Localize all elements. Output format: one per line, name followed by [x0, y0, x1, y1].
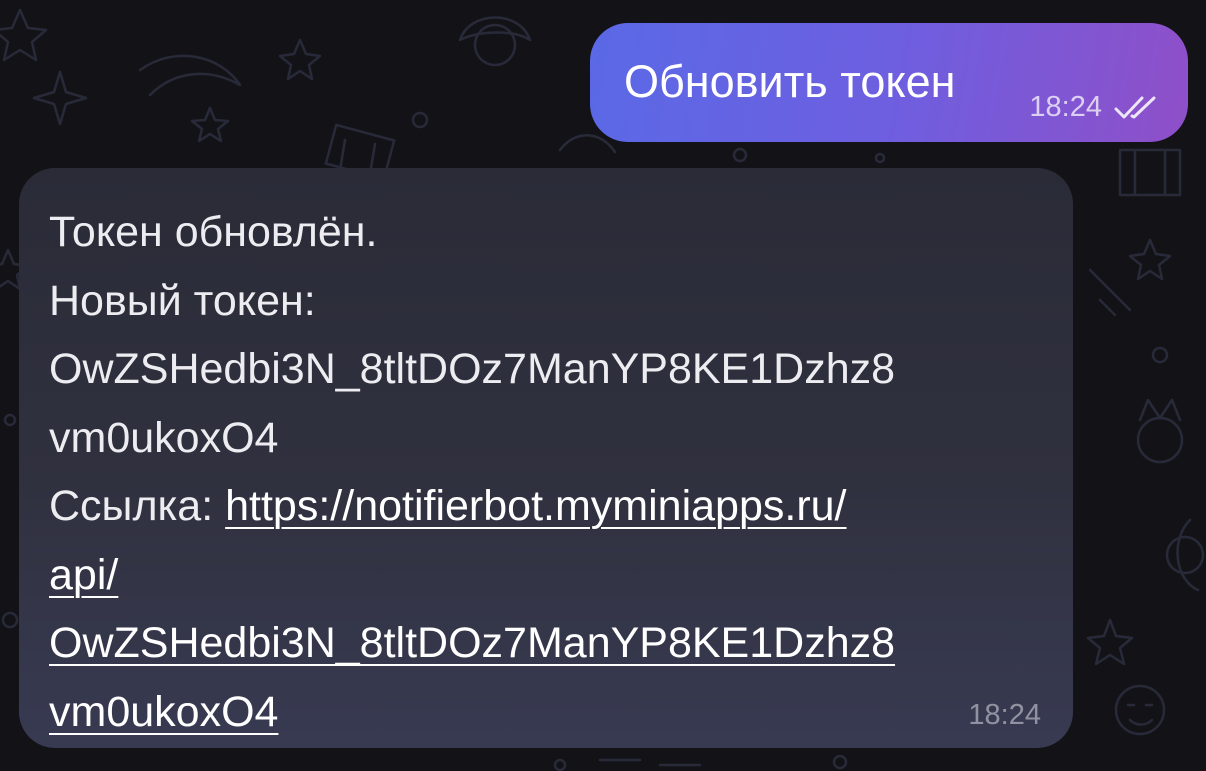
double-check-icon	[1114, 96, 1156, 118]
token-updated-line: Токен обновлён.	[49, 208, 378, 256]
outgoing-message-meta: 18:24	[1029, 91, 1158, 124]
outgoing-message-time: 18:24	[1029, 91, 1102, 123]
link-line: Ссылка: https://notifierbot.myminiapps.r…	[49, 472, 1049, 541]
new-token-label: Новый токен:	[49, 276, 316, 325]
token-link-part-4[interactable]: vm0ukoxO4	[49, 688, 278, 736]
incoming-message-text: Токен обновлён. Новый токен: OwZSHedbi3N…	[49, 198, 1049, 746]
incoming-message-time: 18:24	[968, 699, 1041, 731]
link-label: Ссылка:	[49, 482, 226, 530]
outgoing-message-bubble[interactable]: Обновить токен 18:24	[590, 23, 1188, 142]
incoming-message-bubble[interactable]: Токен обновлён. Новый токен: OwZSHedbi3N…	[19, 168, 1073, 748]
token-link-part-1[interactable]: https://notifierbot.myminiapps.ru/	[225, 482, 846, 530]
token-value-line-1: OwZSHedbi3N_8tltDOz7ManYP8KE1Dzhz8	[49, 345, 896, 393]
token-link-part-3[interactable]: OwZSHedbi3N_8tltDOz7ManYP8KE1Dzhz8	[49, 619, 895, 667]
token-value-line-2: vm0ukoxO4	[49, 413, 279, 462]
outgoing-message-text: Обновить токен	[624, 56, 956, 107]
token-link-part-2[interactable]: api/	[49, 551, 118, 599]
